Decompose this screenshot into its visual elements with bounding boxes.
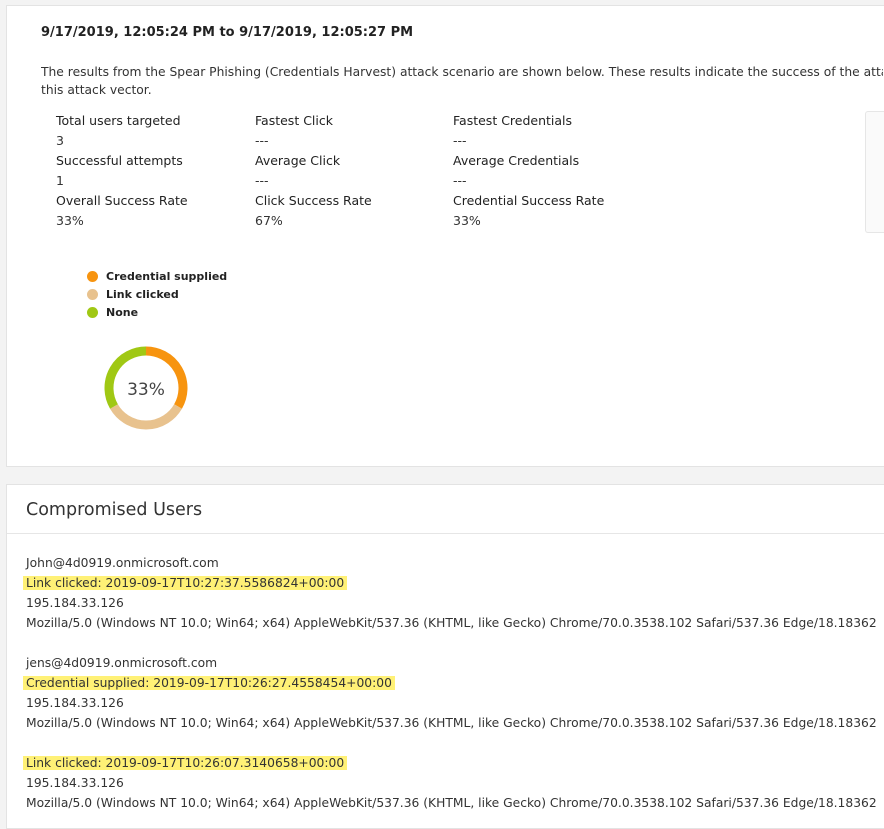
stat-credential-success-rate: Credential Success Rate 33% [453, 191, 604, 231]
event-highlight: Link clicked: 2019-09-17T10:26:07.314065… [23, 756, 348, 770]
stat-value: 1 [56, 173, 64, 188]
legend-swatch-link-clicked [87, 288, 98, 300]
stat-overall-success-rate: Overall Success Rate 33% [56, 191, 188, 231]
stat-label: Average Click [255, 153, 341, 168]
success-donut-chart: 33% [104, 346, 188, 430]
results-description: The results from the Spear Phishing (Cre… [41, 63, 883, 99]
legend-label: Link clicked [106, 287, 179, 301]
stat-value: 33% [56, 213, 84, 228]
stat-fastest-credentials: Fastest Credentials --- [453, 111, 572, 151]
stat-value: --- [453, 173, 467, 188]
legend-swatch-credential-supplied [87, 270, 98, 282]
stat-successful-attempts: Successful attempts 1 [56, 151, 183, 191]
event-row: Credential supplied: 2019-09-17T10:26:27… [23, 673, 877, 693]
event-row: Link clicked: 2019-09-17T10:27:37.558682… [23, 573, 877, 593]
stat-value: --- [453, 133, 467, 148]
donut-center-label: 33% [127, 380, 165, 400]
user-agent: Mozilla/5.0 (Windows NT 10.0; Win64; x64… [26, 716, 877, 730]
legend-item-link-clicked[interactable]: Link clicked [87, 285, 227, 303]
divider [7, 533, 884, 534]
stat-average-click: Average Click --- [255, 151, 340, 191]
user-agent: Mozilla/5.0 (Windows NT 10.0; Win64; x64… [26, 796, 877, 810]
ip-address: 195.184.33.126 [26, 696, 124, 710]
chart-legend: Credential supplied Link clicked None [87, 267, 227, 321]
description-line-2: this attack vector. [41, 83, 152, 97]
stat-label: Click Success Rate [255, 193, 372, 208]
stat-click-success-rate: Click Success Rate 67% [255, 191, 372, 231]
user-email: jens@4d0919.onmicrosoft.com [26, 656, 218, 670]
section-title: Compromised Users [26, 500, 203, 520]
stat-total-users-targeted: Total users targeted 3 [56, 111, 181, 151]
legend-item-credential-supplied[interactable]: Credential supplied [87, 267, 227, 285]
stat-fastest-click: Fastest Click --- [255, 111, 333, 151]
stat-label: Successful attempts [56, 153, 183, 168]
legend-item-none[interactable]: None [87, 303, 227, 321]
stat-label: Fastest Click [255, 113, 333, 128]
stat-value: --- [255, 133, 269, 148]
legend-label: None [106, 305, 139, 319]
donut-slice-link-clicked[interactable] [110, 404, 182, 430]
event-highlight: Credential supplied: 2019-09-17T10:26:27… [23, 676, 395, 690]
description-line-1: The results from the Spear Phishing (Cre… [41, 65, 883, 79]
stat-label: Credential Success Rate [453, 193, 605, 208]
user-email: John@4d0919.onmicrosoft.com [26, 556, 219, 570]
stat-label: Overall Success Rate [56, 193, 188, 208]
legend-label: Credential supplied [106, 269, 228, 283]
stat-average-credentials: Average Credentials --- [453, 151, 579, 191]
date-range: 9/17/2019, 12:05:24 PM to 9/17/2019, 12:… [41, 25, 414, 40]
attack-summary-card: 9/17/2019, 12:05:24 PM to 9/17/2019, 12:… [6, 5, 884, 467]
stat-label: Average Credentials [453, 153, 580, 168]
ip-address: 195.184.33.126 [26, 776, 124, 790]
compromised-users-card: Compromised Users John@4d0919.onmicrosof… [6, 484, 884, 829]
event-highlight: Link clicked: 2019-09-17T10:27:37.558682… [23, 576, 348, 590]
legend-swatch-none [87, 306, 98, 318]
stat-label: Total users targeted [56, 113, 181, 128]
collapsed-side-panel[interactable] [865, 111, 884, 233]
stat-value: --- [255, 173, 269, 188]
user-agent: Mozilla/5.0 (Windows NT 10.0; Win64; x64… [26, 616, 877, 630]
event-row: Link clicked: 2019-09-17T10:26:07.314065… [23, 753, 877, 773]
compromised-users-list: John@4d0919.onmicrosoft.com Link clicked… [23, 553, 877, 813]
stat-value: 67% [255, 213, 283, 228]
ip-address: 195.184.33.126 [26, 596, 124, 610]
stat-label: Fastest Credentials [453, 113, 573, 128]
stat-value: 33% [453, 213, 481, 228]
stat-value: 3 [56, 133, 64, 148]
